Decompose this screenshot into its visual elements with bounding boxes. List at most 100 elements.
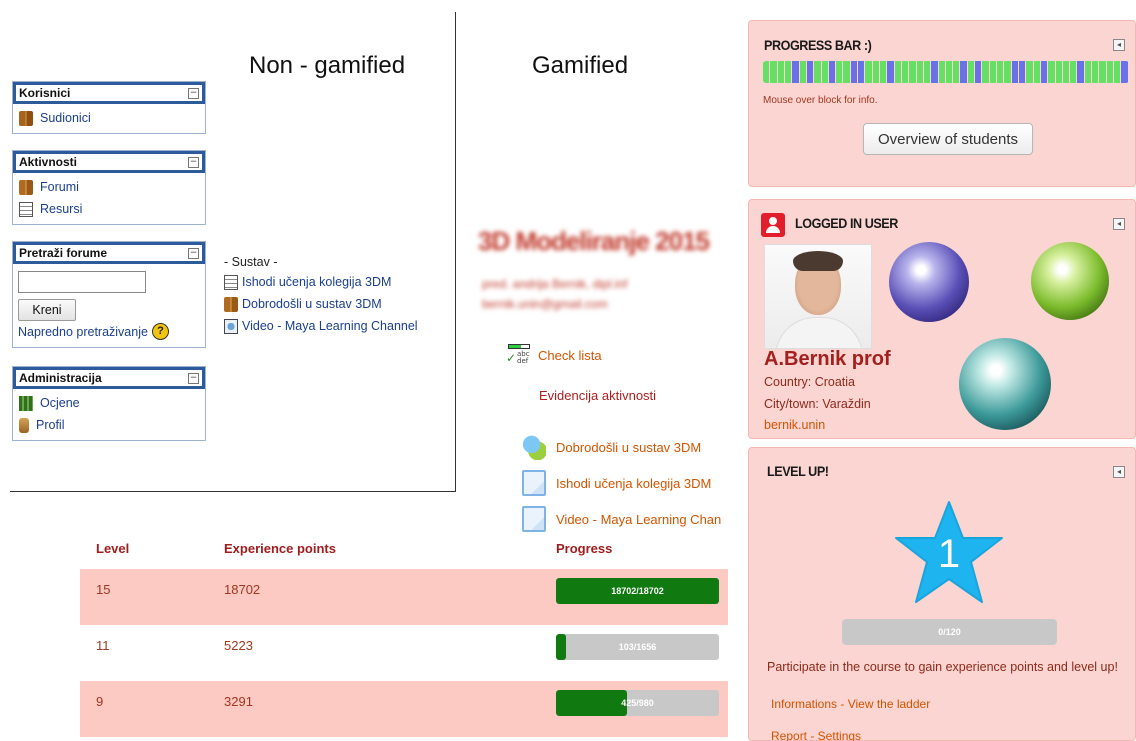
progress-segment[interactable] — [1011, 61, 1018, 83]
people-icon — [19, 110, 33, 126]
progress-segment[interactable] — [1121, 61, 1128, 83]
progress-segment[interactable] — [894, 61, 901, 83]
progress-segment[interactable] — [770, 61, 777, 83]
link-forumi[interactable]: Forumi — [19, 176, 201, 198]
gamified-link-video[interactable]: Video - Maya Learning Chan — [522, 504, 721, 534]
link-dobrodosli[interactable]: Dobrodošli u sustav 3DM — [224, 293, 418, 315]
link-profil[interactable]: Profil — [19, 414, 201, 436]
progress-segment[interactable] — [1070, 61, 1077, 83]
progress-segments[interactable] — [763, 61, 1129, 83]
block-administracija: Administracija − Ocjene Profil — [12, 366, 206, 441]
user-icon — [761, 213, 785, 237]
collapse-icon[interactable]: − — [188, 372, 199, 384]
progress-segment[interactable] — [953, 61, 960, 83]
overview-students-button[interactable]: Overview of students — [863, 123, 1033, 155]
progress-segment[interactable] — [997, 61, 1004, 83]
link-video[interactable]: Video - Maya Learning Channel — [224, 315, 418, 337]
progress-segment[interactable] — [1055, 61, 1062, 83]
progress-segment[interactable] — [1004, 61, 1011, 83]
panel-title: LEVEL UP! — [767, 463, 829, 479]
document-icon — [19, 201, 33, 217]
link-resursi[interactable]: Resursi — [19, 198, 201, 220]
avatar[interactable] — [764, 244, 872, 349]
progress-segment[interactable] — [1040, 61, 1048, 83]
level-number: 1 — [937, 532, 961, 576]
level-progress-bar: 0/120 — [842, 619, 1057, 645]
progress-segment[interactable] — [901, 61, 909, 83]
ladder-links[interactable]: Informations - View the ladder — [771, 697, 930, 711]
progress-segment[interactable] — [967, 61, 975, 83]
search-go-button[interactable]: Kreni — [18, 299, 76, 321]
badge-orb-icon[interactable] — [959, 338, 1051, 430]
progress-segment[interactable] — [1084, 61, 1092, 83]
forum-icon — [224, 296, 238, 312]
progress-segment[interactable] — [814, 61, 821, 83]
progress-segment[interactable] — [850, 61, 858, 83]
progress-segment[interactable] — [799, 61, 806, 83]
collapse-icon[interactable]: ◂ — [1113, 39, 1125, 51]
progress-segment[interactable] — [1018, 61, 1026, 83]
course-teacher: pred. andrija Bernik, dipl.inf — [482, 277, 628, 291]
link-sudionici[interactable]: Sudionici — [19, 107, 201, 129]
progress-segment[interactable] — [763, 61, 770, 83]
link-ocjene[interactable]: Ocjene — [19, 392, 201, 414]
help-icon[interactable]: ? — [151, 323, 169, 340]
collapse-icon[interactable]: ◂ — [1113, 466, 1125, 478]
progress-segment[interactable] — [858, 61, 865, 83]
progress-segment[interactable] — [887, 61, 894, 83]
progress-segment[interactable] — [938, 61, 945, 83]
progress-segment[interactable] — [1114, 61, 1121, 83]
progress-segment[interactable] — [1033, 61, 1040, 83]
progress-segment[interactable] — [784, 61, 792, 83]
progress-segment[interactable] — [1062, 61, 1070, 83]
progress-segment[interactable] — [1092, 61, 1099, 83]
progress-segment[interactable] — [821, 61, 828, 83]
progress-segment[interactable] — [945, 61, 953, 83]
progress-segment[interactable] — [828, 61, 836, 83]
progress-segment[interactable] — [982, 61, 989, 83]
progress-segment[interactable] — [916, 61, 923, 83]
user-name[interactable]: A.Bernik prof — [764, 348, 891, 371]
progress-segment[interactable] — [792, 61, 799, 83]
progress-segment[interactable] — [1099, 61, 1106, 83]
checklist-link[interactable]: ✓ abc def Check lista — [506, 344, 602, 366]
progress-segment[interactable] — [1026, 61, 1033, 83]
progress-segment[interactable] — [1077, 61, 1084, 83]
progress-segment[interactable] — [923, 61, 931, 83]
advanced-search-link[interactable]: Napredno pretraživanje ? — [18, 323, 200, 340]
progress-segment[interactable] — [931, 61, 938, 83]
badge-orb-icon[interactable] — [889, 242, 969, 322]
xp-cell: 5223 — [224, 638, 253, 653]
progress-segment[interactable] — [1106, 61, 1113, 83]
progress-segment[interactable] — [960, 61, 967, 83]
sustav-section: - Sustav - Ishodi učenja kolegija 3DM Do… — [224, 255, 418, 337]
gamified-link-ishodi[interactable]: Ishodi učenja kolegija 3DM — [522, 468, 711, 498]
progress-segment[interactable] — [989, 61, 996, 83]
progress-segment[interactable] — [836, 61, 843, 83]
collapse-icon[interactable]: − — [188, 247, 199, 259]
gamified-link-dobrodosli[interactable]: Dobrodošli u sustav 3DM — [522, 432, 701, 462]
progress-segment[interactable] — [1048, 61, 1055, 83]
profile-icon — [19, 417, 29, 433]
progress-segment[interactable] — [909, 61, 916, 83]
sustav-title: - Sustav - — [224, 255, 278, 269]
progress-segment[interactable] — [843, 61, 850, 83]
forum-icon — [19, 179, 33, 195]
report-links[interactable]: Report - Settings — [771, 729, 861, 741]
progress-segment[interactable] — [806, 61, 814, 83]
badge-orb-icon[interactable] — [1031, 242, 1109, 320]
block-title: Aktivnosti — [19, 155, 78, 169]
collapse-icon[interactable]: ◂ — [1113, 218, 1125, 230]
link-ishodi[interactable]: Ishodi učenja kolegija 3DM — [224, 271, 418, 293]
collapse-icon[interactable]: − — [188, 87, 199, 99]
forum-search-input[interactable] — [18, 271, 146, 293]
progress-segment[interactable] — [865, 61, 872, 83]
collapse-icon[interactable]: − — [188, 156, 199, 168]
user-link[interactable]: bernik.unin — [764, 418, 825, 432]
level-cell: 15 — [96, 582, 111, 597]
progress-segment[interactable] — [777, 61, 784, 83]
progress-segment[interactable] — [880, 61, 887, 83]
progress-segment[interactable] — [872, 61, 879, 83]
activity-log-link[interactable]: Evidencija aktivnosti — [539, 388, 656, 403]
progress-segment[interactable] — [975, 61, 982, 83]
